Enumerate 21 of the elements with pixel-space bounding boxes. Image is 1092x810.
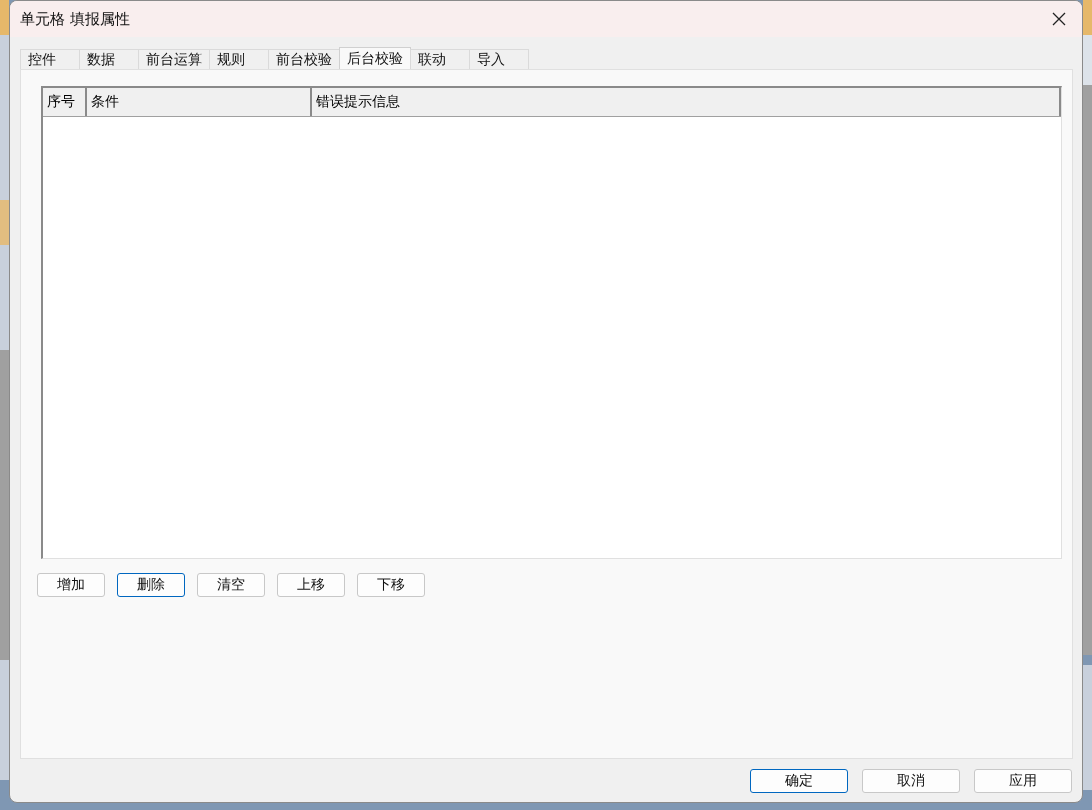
- action-button[interactable]: 应用: [974, 769, 1072, 793]
- tab[interactable]: 联动: [410, 49, 470, 69]
- action-button[interactable]: 确定: [750, 769, 848, 793]
- tab[interactable]: 后台校验: [339, 47, 411, 69]
- action-button[interactable]: 取消: [862, 769, 960, 793]
- action-button[interactable]: 下移: [357, 573, 425, 597]
- action-button[interactable]: 删除: [117, 573, 185, 597]
- tab[interactable]: 前台运算: [138, 49, 210, 69]
- column-header[interactable]: 序号: [43, 88, 87, 116]
- tab[interactable]: 导入: [469, 49, 529, 69]
- action-button[interactable]: 增加: [37, 573, 105, 597]
- tab[interactable]: 控件: [20, 49, 80, 69]
- window-title: 单元格 填报属性: [20, 9, 130, 29]
- column-header[interactable]: 条件: [87, 88, 312, 116]
- tab[interactable]: 规则: [209, 49, 269, 69]
- tab[interactable]: 前台校验: [268, 49, 340, 69]
- action-button[interactable]: 上移: [277, 573, 345, 597]
- column-header[interactable]: 错误提示信息: [312, 88, 1061, 116]
- action-button[interactable]: 清空: [197, 573, 265, 597]
- close-icon: [1052, 12, 1066, 26]
- tab[interactable]: 数据: [79, 49, 139, 69]
